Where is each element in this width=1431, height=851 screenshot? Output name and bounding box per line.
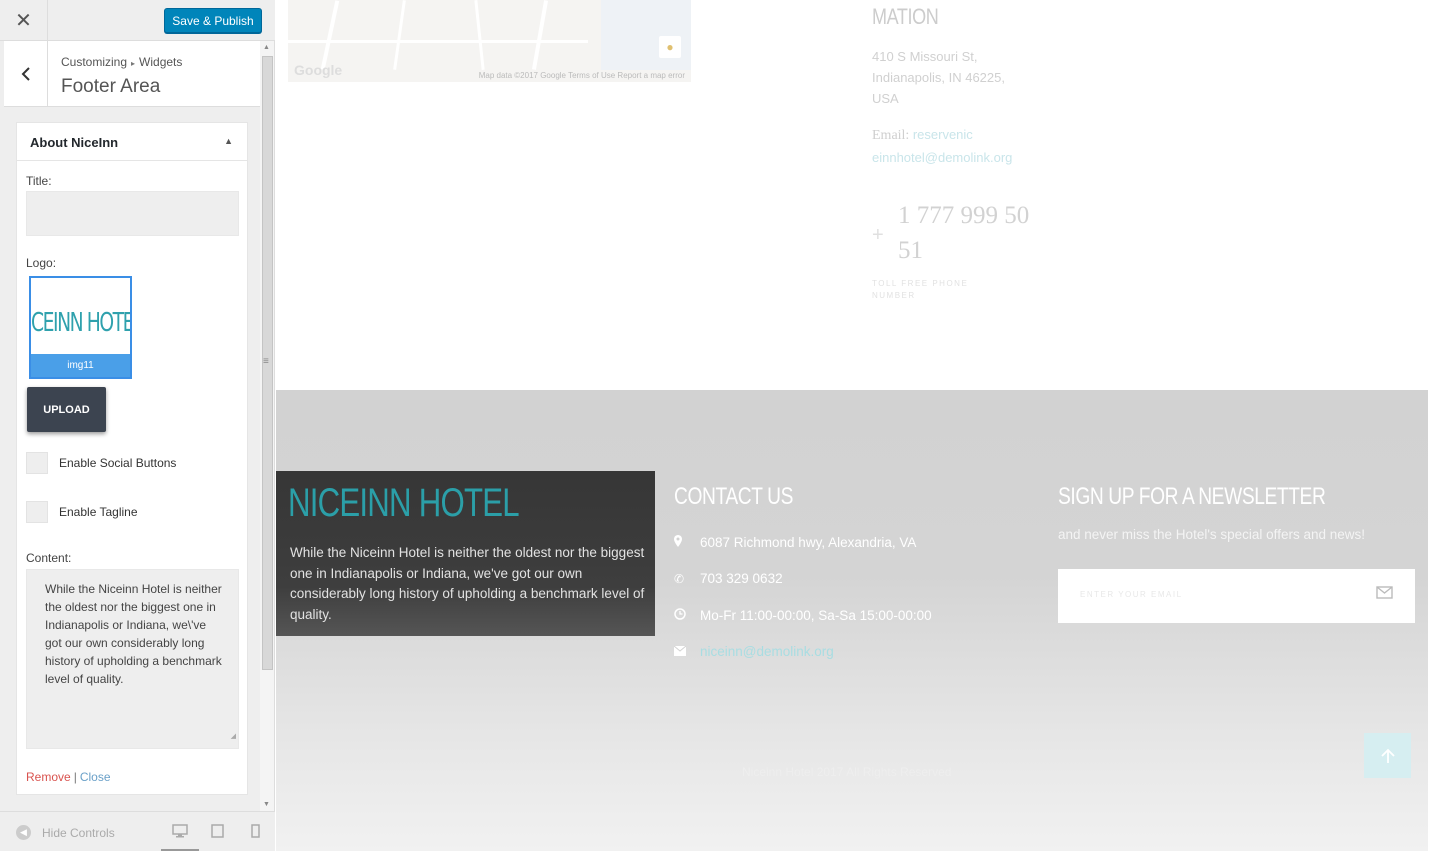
hide-controls-label: Hide Controls bbox=[42, 825, 115, 840]
toll-free-label: TOLL FREE PHONE NUMBER bbox=[872, 279, 969, 300]
contact-info-heading: MATION bbox=[872, 4, 939, 29]
footer-about-text: While the Niceinn Hotel is neither the o… bbox=[290, 545, 645, 622]
email-label: Email: bbox=[872, 128, 910, 143]
content-text: While the Niceinn Hotel is neither the o… bbox=[45, 582, 222, 686]
widget-about-niceinn: About NiceInn ▲ Title: Logo: CEINN HOTE … bbox=[16, 122, 248, 795]
section-title: Footer Area bbox=[61, 76, 161, 97]
contact-address: 6087 Richmond hwy, Alexandria, VA bbox=[700, 535, 917, 550]
contact-email-row: niceinn@demolink.org bbox=[673, 644, 834, 659]
widget-header[interactable]: About NiceInn ▲ bbox=[17, 123, 247, 161]
logo-thumbnail[interactable]: CEINN HOTE img11 bbox=[29, 276, 132, 379]
logo-image-text: CEINN HOTE bbox=[31, 308, 132, 338]
social-buttons-checkbox[interactable] bbox=[26, 452, 48, 474]
title-label: Title: bbox=[26, 174, 52, 188]
hide-controls-button[interactable]: ◀ Hide Controls bbox=[16, 825, 115, 840]
close-customizer-button[interactable]: ✕ bbox=[0, 0, 48, 41]
social-buttons-label: Enable Social Buttons bbox=[59, 456, 177, 470]
map-water bbox=[601, 0, 691, 70]
close-link[interactable]: Close bbox=[80, 770, 111, 784]
google-map[interactable]: ● Google Map data ©2017 Google Terms of … bbox=[288, 0, 691, 82]
social-buttons-option: Enable Social Buttons bbox=[26, 452, 176, 474]
remove-link[interactable]: Remove bbox=[26, 770, 71, 784]
map-attribution: Map data ©2017 Google Terms of Use Repor… bbox=[478, 71, 685, 80]
copyright-text: Niceinn Hotel 2017 All Rights Reserved bbox=[742, 765, 952, 779]
newsletter-subtitle: and never miss the Hotel's special offer… bbox=[1058, 527, 1365, 542]
logo-caption: img11 bbox=[31, 354, 130, 377]
contact-phone: 703 329 0632 bbox=[700, 571, 783, 586]
widget-actions: Remove | Close bbox=[26, 770, 111, 784]
google-logo: Google bbox=[294, 62, 343, 78]
footer-brand: NICEINN HOTEL bbox=[288, 481, 520, 525]
tagline-label: Enable Tagline bbox=[59, 505, 138, 519]
mobile-icon[interactable] bbox=[251, 824, 260, 841]
contact-info-address: 410 S Missouri St, Indianapolis, IN 4622… bbox=[872, 49, 1005, 106]
arrow-up-icon bbox=[1380, 748, 1395, 763]
breadcrumb-widgets: Widgets bbox=[139, 55, 183, 69]
plus-icon: + bbox=[872, 224, 884, 246]
customizer-app: ✕ Save & Publish Customizing ▸ Widgets Foo… bbox=[0, 0, 1431, 851]
save-publish-button[interactable]: Save & Publish bbox=[164, 8, 262, 33]
close-icon: ✕ bbox=[15, 10, 32, 32]
breadcrumb: Customizing ▸ Widgets bbox=[61, 55, 182, 69]
contact-info-email: Email: reservenic einnhotel@demolink.org bbox=[872, 124, 1012, 170]
contact-us-heading: CONTACT US bbox=[674, 483, 794, 510]
envelope-icon bbox=[673, 645, 700, 659]
actions-separator: | bbox=[73, 770, 77, 784]
tagline-option: Enable Tagline bbox=[26, 501, 138, 523]
scroll-up-icon[interactable]: ▲ bbox=[263, 44, 270, 51]
site-footer: NICEINN HOTEL While the Niceinn Hotel is… bbox=[276, 390, 1428, 851]
resize-handle-icon[interactable]: ≡ bbox=[263, 356, 269, 367]
contact-address-row: 6087 Richmond hwy, Alexandria, VA bbox=[674, 535, 916, 550]
back-button[interactable] bbox=[4, 41, 48, 106]
customizer-topbar: ✕ Save & Publish bbox=[0, 0, 275, 41]
about-niceinn-widget[interactable]: NICEINN HOTEL While the Niceinn Hotel is… bbox=[276, 471, 655, 636]
textarea-resize-icon[interactable]: ◢ bbox=[231, 728, 236, 746]
tablet-icon[interactable] bbox=[211, 824, 224, 841]
scroll-to-top-button[interactable] bbox=[1364, 733, 1411, 778]
street-view-pegman-icon[interactable]: ● bbox=[659, 36, 681, 58]
section-header: Customizing ▸ Widgets Footer Area bbox=[4, 41, 260, 107]
title-field[interactable] bbox=[26, 191, 239, 236]
send-envelope-icon[interactable] bbox=[1376, 584, 1393, 604]
tagline-checkbox[interactable] bbox=[26, 501, 48, 523]
content-textarea[interactable]: While the Niceinn Hotel is neither the o… bbox=[26, 569, 239, 749]
collapse-arrow-icon[interactable]: ▲ bbox=[224, 136, 233, 146]
upload-button[interactable]: UPLOAD bbox=[27, 387, 106, 432]
breadcrumb-separator-icon: ▸ bbox=[131, 59, 136, 68]
logo-label: Logo: bbox=[26, 256, 57, 270]
content-label: Content: bbox=[26, 551, 72, 565]
phone-icon: ✆ bbox=[674, 571, 685, 586]
sidebar-scrollbar[interactable]: ▲ ▼ bbox=[260, 41, 274, 811]
newsletter-email-input[interactable]: ENTER YOUR EMAIL bbox=[1058, 569, 1415, 623]
contact-email-link[interactable]: niceinn@demolink.org bbox=[700, 644, 834, 659]
breadcrumb-customizing: Customizing bbox=[61, 55, 128, 69]
contact-hours: Mo-Fr 11:00-00:00, Sa-Sa 15:00-00:00 bbox=[700, 608, 932, 623]
contact-hours-row: Mo-Fr 11:00-00:00, Sa-Sa 15:00-00:00 bbox=[674, 608, 932, 623]
contact-phone-row: ✆ 703 329 0632 bbox=[674, 571, 783, 586]
contact-info-phone: 1 777 999 50 51 bbox=[898, 202, 1030, 264]
site-preview: ● Google Map data ©2017 Google Terms of … bbox=[276, 0, 1431, 851]
desktop-icon[interactable] bbox=[172, 824, 188, 841]
scroll-down-icon[interactable]: ▼ bbox=[263, 801, 270, 808]
customizer-footer: ◀ Hide Controls bbox=[0, 811, 275, 851]
newsletter-placeholder: ENTER YOUR EMAIL bbox=[1080, 590, 1183, 599]
map-marker-icon bbox=[674, 535, 700, 550]
customizer-sidebar: ✕ Save & Publish Customizing ▸ Widgets Foo… bbox=[0, 0, 275, 851]
widget-title: About NiceInn bbox=[30, 135, 119, 150]
clock-icon bbox=[674, 608, 700, 623]
chevron-left-icon bbox=[21, 66, 30, 81]
collapse-sidebar-icon: ◀ bbox=[16, 825, 31, 840]
newsletter-heading: SIGN UP FOR A NEWSLETTER bbox=[1058, 483, 1326, 510]
